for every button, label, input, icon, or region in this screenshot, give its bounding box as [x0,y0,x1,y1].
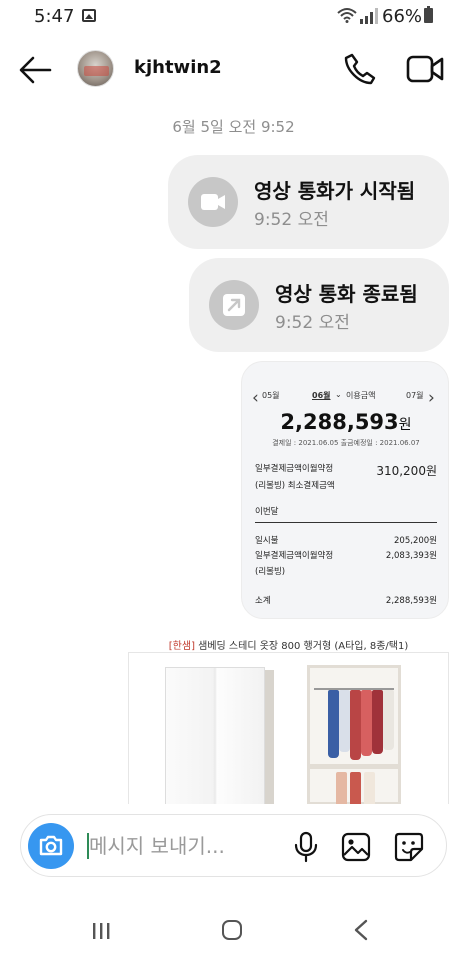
system-navigation-bar [0,900,467,960]
product-title: [한샘] 샘베딩 스테디 옷장 800 행거형 (A타입, 8종/택1) [168,641,409,652]
avatar[interactable] [77,50,114,87]
call-started-title: 영상 통화가 시작됨 [254,179,416,203]
message-composer [20,814,447,877]
chevron-left-icon: ‹ [252,388,259,408]
section-this-month: 이번달 [255,507,279,517]
call-ended-time: 9:52 오전 [275,313,350,333]
sticker-icon[interactable] [393,831,425,863]
video-call-ended-bubble[interactable]: 영상 통화 종료됨 9:52 오전 [189,258,449,352]
prev-month: 05월 [262,391,280,400]
video-call-icon [188,177,238,227]
revolving-minimum-row: 일부결제금액이월약정 (리볼빙) 최소결제금액 310,200원 [255,464,437,491]
chat-header: kjhtwin2 [0,40,467,100]
chat-username[interactable]: kjhtwin2 [134,57,222,78]
status-time: 5:47 [34,6,75,27]
month-navigator: ‹ 05월 06월 ⌄ 이용금액 07월 › [242,386,448,408]
billing-dates: 결제일 : 2021.06.05 출금예정일 : 2021.06.07 [272,439,420,447]
battery-icon [424,6,433,23]
call-ended-icon [209,280,259,330]
chevron-down-icon: ⌄ [335,390,342,399]
microphone-icon[interactable] [293,831,319,863]
chevron-right-icon: › [428,388,435,408]
status-bar: 5:47 66% [0,0,467,34]
wardrobe-open-image [307,665,401,804]
wifi-icon [337,8,357,23]
next-month: 07월 [406,391,424,400]
back-arrow-icon[interactable] [18,54,52,86]
lump-sum-row: 일시불 205,200원 [255,536,437,546]
divider [255,522,437,523]
current-month: 06월 [312,391,331,400]
back-nav-icon[interactable] [353,919,369,941]
revolving-row: 일부결제금액이월약정 (리볼빙) 2,083,393원 [255,551,437,577]
recents-icon[interactable] [91,921,111,941]
wardrobe-closed-image [165,667,274,804]
call-started-time: 9:52 오전 [254,210,329,230]
billing-amount: 2,288,593원 [280,410,412,434]
call-ended-title: 영상 통화 종료됨 [275,282,418,306]
home-icon[interactable] [222,920,242,940]
battery-percent: 66% [382,6,423,27]
camera-button[interactable] [28,823,74,869]
shared-screenshot-message[interactable]: ‹ 05월 06월 ⌄ 이용금액 07월 › 2,288,593원 결제일 : … [241,361,449,619]
current-month-label: 이용금액 [346,391,376,400]
video-call-started-bubble[interactable]: 영상 통화가 시작됨 9:52 오전 [168,155,449,249]
camera-icon [39,835,63,856]
subtotal-row: 소계 2,288,593원 [255,596,437,606]
thread-date-label: 6월 5일 오전 9:52 [172,118,295,136]
product-image[interactable] [128,652,449,804]
video-camera-icon[interactable] [406,53,444,85]
gallery-notification-icon [82,9,96,22]
image-icon[interactable] [341,832,371,862]
phone-icon[interactable] [343,52,377,86]
signal-icon [360,8,378,24]
message-input[interactable] [89,827,279,865]
